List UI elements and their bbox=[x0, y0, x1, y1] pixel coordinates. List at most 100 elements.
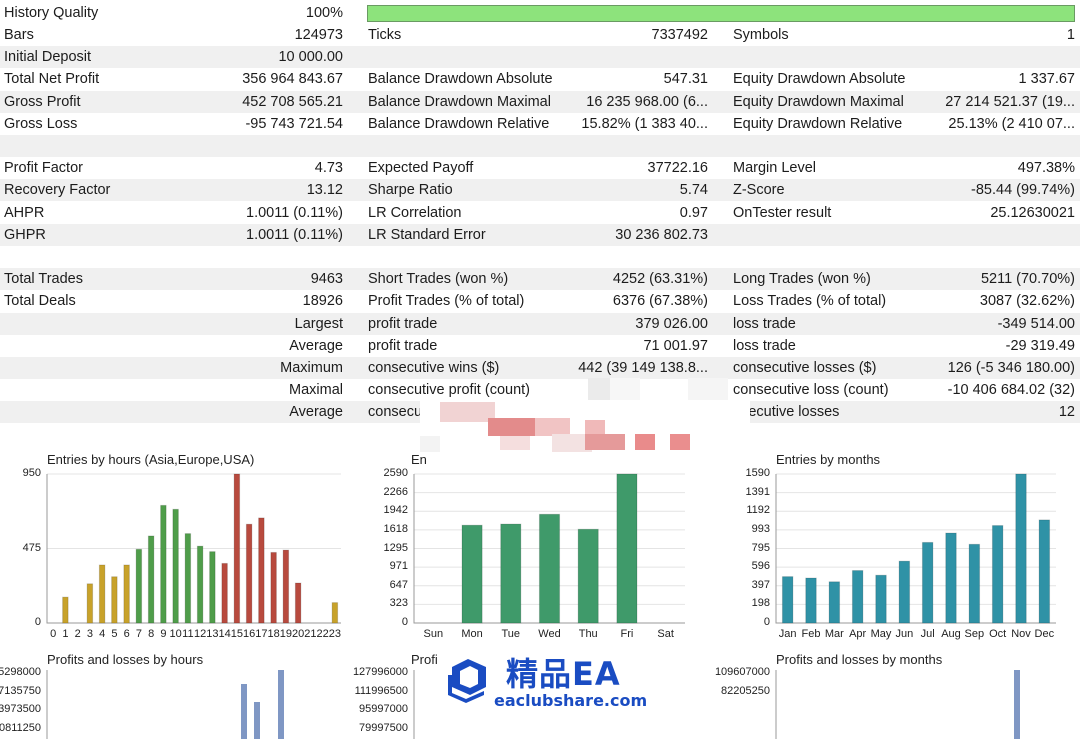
y-tick-label: 111996500 bbox=[354, 684, 408, 697]
report-label: Balance Drawdown Maximal bbox=[368, 93, 551, 110]
bar-20 bbox=[294, 582, 302, 624]
bar-18 bbox=[270, 551, 277, 624]
y-tick-label: 1618 bbox=[383, 522, 408, 535]
bar-6 bbox=[123, 564, 130, 624]
y-tick-label: 647 bbox=[389, 578, 408, 591]
y-tick-label: 475 bbox=[22, 541, 41, 554]
redaction-small-mosaic bbox=[588, 378, 728, 400]
watermark-brand: 精品EA bbox=[506, 655, 621, 693]
report-value: 30 236 802.73 bbox=[615, 226, 708, 243]
bar-Nov bbox=[1015, 473, 1027, 624]
report-label: Average bbox=[289, 337, 343, 354]
bar-4 bbox=[98, 564, 106, 624]
report-row: Total Net Profit 356 964 843.67 Balance Dr… bbox=[0, 68, 1080, 90]
history-quality-bar bbox=[367, 5, 1075, 22]
bar-23 bbox=[331, 602, 339, 624]
report-value: -349 514.00 bbox=[997, 315, 1075, 332]
y-tick-label: 82205250 bbox=[721, 684, 770, 697]
report-value: 25.13% (2 410 07... bbox=[948, 115, 1075, 132]
y-tick-label: 0811250 bbox=[0, 721, 41, 734]
stacked-layers-icon bbox=[448, 659, 486, 703]
y-tick-label: 1391 bbox=[745, 485, 770, 498]
report-row: Bars 124973 Ticks 7337492 Symbols 1 bbox=[0, 24, 1080, 46]
report-row: Total Deals 18926 Profit Trades (% of tota… bbox=[0, 290, 1080, 312]
report-value: 379 026.00 bbox=[635, 315, 708, 332]
report-label: Balance Drawdown Relative bbox=[368, 115, 550, 132]
y-tick-label: 79997500 bbox=[359, 721, 408, 734]
report-label: LR Standard Error bbox=[368, 226, 486, 243]
bar-Thu bbox=[577, 528, 599, 624]
y-tick-label: 596 bbox=[751, 560, 770, 573]
bar-3 bbox=[86, 583, 94, 624]
report-value: -95 743 721.54 bbox=[245, 115, 343, 132]
profits-losses-by-hours-chart: Profits and losses by hours 5298000 71357… bbox=[0, 648, 360, 739]
x-tick-label: Tue bbox=[501, 628, 521, 640]
y-tick-label: 1295 bbox=[383, 541, 408, 554]
report-value: 356 964 843.67 bbox=[242, 71, 343, 88]
bar-1 bbox=[62, 596, 69, 624]
bar-5 bbox=[111, 576, 118, 624]
report-label: profit trade bbox=[368, 315, 438, 332]
y-tick-label: 198 bbox=[751, 597, 770, 610]
y-tick-label: 795 bbox=[751, 541, 770, 554]
x-tick-label: Sun bbox=[423, 628, 444, 640]
report-label: Expected Payoff bbox=[368, 160, 474, 177]
report-label: Sharpe Ratio bbox=[368, 182, 453, 199]
y-tick-label: 0 bbox=[34, 616, 41, 628]
pl-bar bbox=[241, 684, 247, 739]
y-tick-label: 971 bbox=[389, 560, 408, 573]
bar-Apr bbox=[851, 570, 864, 624]
x-tick-label: Fri bbox=[620, 628, 634, 640]
y-tick-label: 7135750 bbox=[0, 684, 41, 697]
report-label: Maximum bbox=[280, 360, 343, 376]
bar-7 bbox=[135, 548, 143, 624]
report-value: 15.82% (1 383 40... bbox=[581, 115, 708, 132]
bar-13 bbox=[209, 551, 216, 624]
redaction-overlay bbox=[420, 398, 750, 454]
report-value: 10 000.00 bbox=[278, 49, 343, 66]
pl-bar bbox=[1014, 670, 1020, 739]
bar-10 bbox=[172, 508, 179, 624]
report-value: 18926 bbox=[302, 293, 343, 310]
report-value: 71 001.97 bbox=[643, 337, 708, 354]
y-tick-label: 0 bbox=[763, 616, 770, 628]
report-value: 497.38% bbox=[1017, 160, 1075, 177]
report-label: Short Trades (won %) bbox=[368, 271, 509, 288]
bar-Dec bbox=[1038, 519, 1051, 624]
bar-Jun bbox=[898, 560, 911, 624]
report-label: Maximal bbox=[289, 382, 343, 399]
report-value: 452 708 565.21 bbox=[242, 93, 343, 110]
y-tick-label: 2266 bbox=[383, 485, 408, 498]
report-label: consecutive wins ($) bbox=[368, 360, 500, 376]
report-label: Largest bbox=[294, 315, 343, 332]
report-value: 6376 (67.38%) bbox=[612, 293, 708, 310]
y-tick-label: 0 bbox=[401, 616, 408, 628]
bar-Feb bbox=[805, 577, 817, 624]
report-row: Maximum consecutive wins ($) 442 (39 149 1… bbox=[0, 357, 1080, 379]
report-label: LR Correlation bbox=[368, 204, 462, 221]
bar-Mar bbox=[828, 581, 841, 624]
report-row bbox=[0, 135, 1080, 157]
report-value: -29 319.49 bbox=[1005, 337, 1075, 354]
pl-bar bbox=[254, 702, 260, 739]
bar-15 bbox=[233, 473, 241, 624]
x-tick-label: Sat bbox=[657, 628, 674, 640]
y-tick-label: 397 bbox=[751, 578, 770, 591]
report-value: 4252 (63.31%) bbox=[612, 271, 708, 288]
y-tick-label: 1192 bbox=[746, 504, 770, 517]
y-tick-label: 109607000 bbox=[714, 666, 770, 678]
report-label: Ticks bbox=[368, 27, 402, 43]
x-tick-label: Dec bbox=[1034, 628, 1055, 640]
bar-Oct bbox=[991, 525, 1004, 624]
report-value: 442 (39 149 138.8... bbox=[578, 360, 708, 376]
bar-Jul bbox=[921, 541, 934, 624]
report-label: Profit Trades (% of total) bbox=[368, 293, 525, 310]
x-tick-label: 23 bbox=[328, 628, 341, 640]
bar-May bbox=[875, 574, 887, 624]
bar-14 bbox=[221, 562, 228, 624]
profits-losses-by-months-chart: Profits and losses by months 109607000 82… bbox=[715, 648, 1080, 739]
report-row: Average profit trade 71 001.97 loss trade -2… bbox=[0, 335, 1080, 357]
bar-Wed bbox=[538, 513, 561, 624]
bar-11 bbox=[184, 533, 192, 624]
report-value: 9463 bbox=[310, 271, 343, 288]
